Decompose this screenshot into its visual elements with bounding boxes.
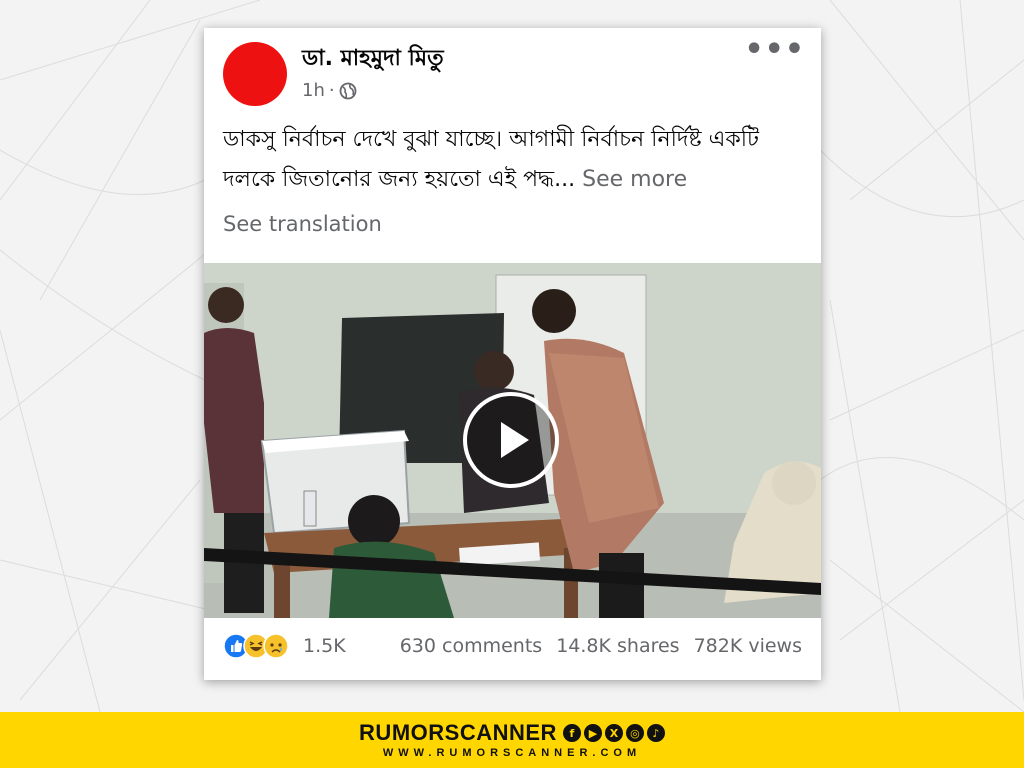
reaction-count: 1.5K (303, 635, 346, 657)
website-url: WWW.RUMORSCANNER.COM (382, 747, 642, 759)
tiktok-icon[interactable]: ♪ (646, 724, 665, 742)
more-options-icon[interactable]: ••• (744, 35, 805, 65)
post-time[interactable]: 1h (302, 80, 325, 101)
post-text: ডাকসু নির্বাচন দেখে বুঝা যাচ্ছে। আগামী ন… (223, 120, 808, 200)
facebook-post-card: ডা. মাহমুদা মিতু 1h · ••• ডাকসু নির্বাচন… (204, 28, 821, 680)
stats-counts: 630 comments 14.8K shares 782K views (400, 635, 802, 657)
play-icon (501, 422, 529, 458)
play-button[interactable] (463, 392, 559, 488)
social-icons: f ▶ X ◎ ♪ (562, 724, 665, 742)
footer-banner: RUMORSCANNER f ▶ X ◎ ♪ WWW.RUMORSCANNER.… (0, 712, 1024, 768)
post-stats: 1.5K 630 comments 14.8K shares 782K view… (223, 628, 802, 664)
globe-icon (339, 82, 357, 99)
video-player[interactable] (204, 263, 821, 618)
see-more-link[interactable]: See more (582, 167, 687, 192)
brand-name: RUMORSCANNER (359, 720, 557, 745)
instagram-icon[interactable]: ◎ (625, 724, 644, 742)
see-translation-link[interactable]: See translation (223, 212, 382, 236)
meta-separator: · (328, 80, 335, 101)
comments-count[interactable]: 630 comments (400, 635, 542, 657)
youtube-icon[interactable]: ▶ (583, 724, 602, 742)
shares-count[interactable]: 14.8K shares (556, 635, 679, 657)
avatar[interactable] (223, 42, 287, 106)
facebook-icon[interactable]: f (562, 724, 581, 742)
author-name[interactable]: ডা. মাহমুদা মিতু (302, 41, 444, 78)
reactions[interactable]: 1.5K (223, 633, 346, 659)
post-meta: 1h · (302, 80, 357, 101)
brand-row: RUMORSCANNER f ▶ X ◎ ♪ (0, 720, 1024, 746)
views-count: 782K views (693, 635, 802, 657)
sad-reaction-icon (263, 633, 289, 659)
x-icon[interactable]: X (604, 724, 623, 742)
